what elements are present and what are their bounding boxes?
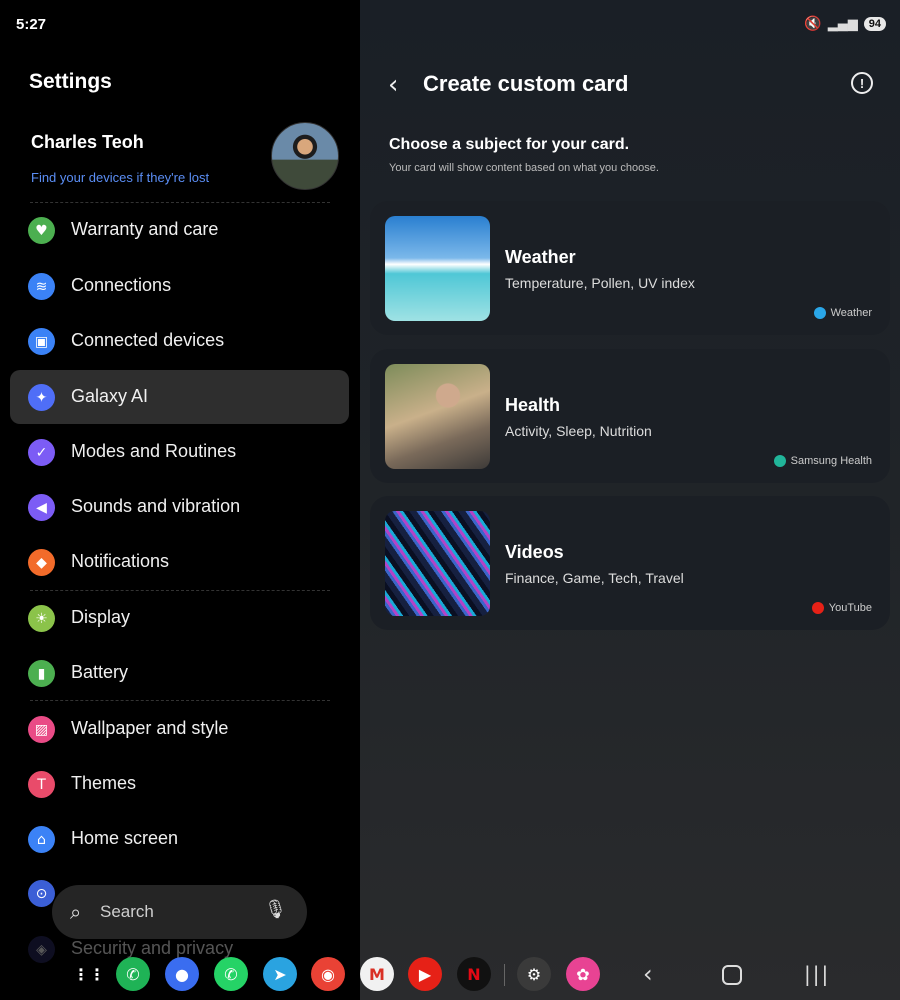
subject-card-videos[interactable]: Videos Finance, Game, Tech, Travel YouTube <box>370 496 890 630</box>
sidebar-item-label: Warranty and care <box>71 219 219 239</box>
section-divider <box>30 700 330 701</box>
sidebar-item-home-screen[interactable]: ⌂ Home screen <box>10 812 349 866</box>
status-icons: 🔇 ▂▄▆ 94 <box>804 16 886 32</box>
sidebar-item-display[interactable]: ☀ Display <box>10 591 349 645</box>
card-subtitle: Finance, Game, Tech, Travel <box>505 570 684 586</box>
brush-icon: T <box>28 771 55 798</box>
sparkle-icon: ✦ <box>28 384 55 411</box>
card-source-label: Weather <box>830 307 872 319</box>
mic-icon[interactable]: 🎙 <box>264 899 287 920</box>
subject-description: Your card will show content based on wha… <box>389 162 659 174</box>
messages-app-icon[interactable]: ● <box>165 957 199 991</box>
card-source: Weather <box>813 307 872 319</box>
app-dock: ⋮⋮ ✆ ● ✆ ➤ ◉ M ▶ N ⚙ ✿ <box>70 954 670 996</box>
sidebar-item-warranty-and-care[interactable]: ♥ Warranty and care <box>10 203 349 257</box>
card-thumbnail <box>385 511 490 616</box>
card-title: Videos <box>505 542 564 562</box>
devices-icon: ▣ <box>28 328 55 355</box>
sidebar-item-modes-and-routines[interactable]: ✓ Modes and Routines <box>10 425 349 479</box>
settings-pane: 5:27 Settings Charles Teoh Find your dev… <box>0 0 360 1000</box>
phone-app-icon[interactable]: ✆ <box>116 957 150 991</box>
sidebar-item-label: Connected devices <box>71 330 225 350</box>
sun-icon: ☀ <box>28 605 55 632</box>
shield-icon: ◈ <box>28 936 55 963</box>
profile-card[interactable]: Charles Teoh Find your devices if they'r… <box>0 118 360 202</box>
sidebar-item-notifications[interactable]: ◆ Notifications <box>10 535 349 589</box>
profile-name: Charles Teoh <box>31 132 144 152</box>
check-circle-icon: ✓ <box>28 439 55 466</box>
card-source-label: Samsung Health <box>790 455 872 467</box>
source-app-icon <box>773 455 786 467</box>
card-subtitle: Activity, Sleep, Nutrition <box>505 423 652 439</box>
info-icon[interactable]: ! <box>851 72 873 94</box>
card-title: Health <box>505 395 561 415</box>
sidebar-item-connected-devices[interactable]: ▣ Connected devices <box>10 314 349 368</box>
back-button[interactable]: ‹ <box>388 70 398 100</box>
source-app-icon <box>813 307 826 319</box>
sidebar-item-themes[interactable]: T Themes <box>10 757 349 811</box>
gmail-app-icon[interactable]: M <box>360 957 394 991</box>
card-source: Samsung Health <box>773 455 872 467</box>
sidebar-item-label: Wallpaper and style <box>71 718 229 738</box>
source-app-icon <box>811 602 824 614</box>
status-time: 5:27 <box>16 16 47 33</box>
image-icon: ▨ <box>28 716 55 743</box>
search-label: Search <box>100 902 154 921</box>
nav-back-icon[interactable]: ‹ <box>643 960 653 988</box>
sidebar-item-label: Sounds and vibration <box>71 496 241 516</box>
sidebar-item-sounds-and-vibration[interactable]: ◀ Sounds and vibration <box>10 480 349 534</box>
card-subtitle: Temperature, Pollen, UV index <box>505 275 695 291</box>
sidebar-item-label: Modes and Routines <box>71 441 237 461</box>
sidebar-item-label: Notifications <box>71 551 170 571</box>
search-bar[interactable]: ⌕ Search 🎙 <box>52 885 307 939</box>
subject-card-weather[interactable]: Weather Temperature, Pollen, UV index Weat… <box>370 201 890 335</box>
card-thumbnail <box>385 364 490 469</box>
page-title: Settings <box>29 70 112 93</box>
battery-icon: ▮ <box>28 660 55 687</box>
telegram-app-icon[interactable]: ➤ <box>263 957 297 991</box>
apps-grid-icon[interactable]: ⋮⋮ <box>72 957 106 991</box>
battery-badge: 94 <box>863 17 886 31</box>
find-devices-link[interactable]: Find your devices if they're lost <box>31 170 209 185</box>
nav-recents-icon[interactable]: ||| <box>804 962 830 986</box>
gallery-app-icon[interactable]: ✿ <box>566 957 600 991</box>
sidebar-item-galaxy-ai[interactable]: ✦ Galaxy AI <box>10 370 349 424</box>
sidebar-item-label: Galaxy AI <box>71 386 149 406</box>
lock-icon: ⊙ <box>28 880 55 907</box>
avatar[interactable] <box>271 122 339 190</box>
card-source-label: YouTube <box>828 602 872 614</box>
chrome-app-icon[interactable]: ◉ <box>311 957 345 991</box>
sidebar-item-label: Connections <box>71 275 172 295</box>
youtube-app-icon[interactable]: ▶ <box>408 957 442 991</box>
sidebar-item-label: Home screen <box>71 828 179 848</box>
mute-icon: 🔇 <box>804 16 822 32</box>
card-source: YouTube <box>811 602 872 614</box>
sidebar-item-battery[interactable]: ▮ Battery <box>10 646 349 700</box>
search-icon: ⌕ <box>70 900 82 924</box>
create-card-title: Create custom card <box>423 71 629 96</box>
home-icon: ⌂ <box>28 826 55 853</box>
sidebar-item-connections[interactable]: ≋ Connections <box>10 259 349 313</box>
netflix-app-icon[interactable]: N <box>457 957 491 991</box>
subject-heading: Choose a subject for your card. <box>389 136 630 153</box>
wifi-icon: ≋ <box>28 273 55 300</box>
signal-icon: ▂▄▆ <box>827 16 858 32</box>
speaker-icon: ◀ <box>28 494 55 521</box>
sidebar-item-label: Display <box>71 607 131 627</box>
create-card-pane: 🔇 ▂▄▆ 94 ‹ Create custom card ! Choose a… <box>360 0 900 1000</box>
nav-home-icon[interactable] <box>722 965 742 985</box>
dock-separator <box>504 964 505 986</box>
sidebar-item-wallpaper-and-style[interactable]: ▨ Wallpaper and style <box>10 702 349 756</box>
card-thumbnail <box>385 216 490 321</box>
settings-app-icon[interactable]: ⚙ <box>517 957 551 991</box>
subject-card-health[interactable]: Health Activity, Sleep, Nutrition Samsung … <box>370 349 890 483</box>
card-title: Weather <box>505 247 576 267</box>
heart-shield-icon: ♥ <box>28 217 55 244</box>
sidebar-item-label: Themes <box>71 773 137 793</box>
sidebar-item-label: Battery <box>71 662 129 682</box>
whatsapp-app-icon[interactable]: ✆ <box>214 957 248 991</box>
bell-icon: ◆ <box>28 549 55 576</box>
